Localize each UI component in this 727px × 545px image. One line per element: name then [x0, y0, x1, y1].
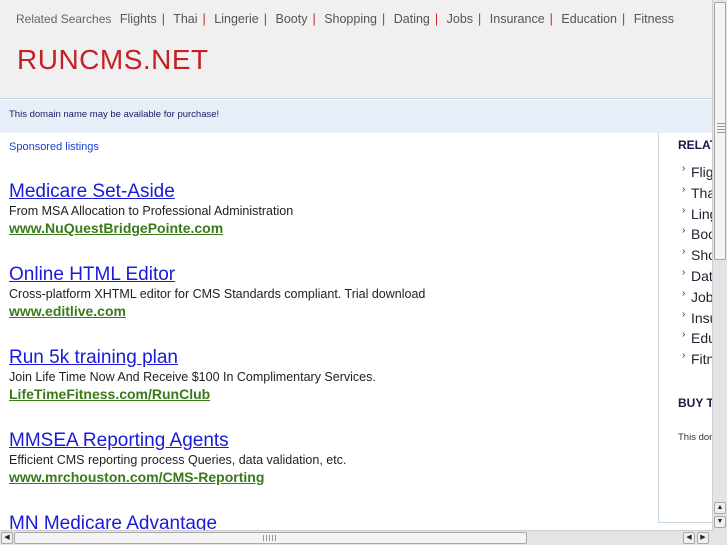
- vertical-scroll-thumb[interactable]: [714, 2, 726, 260]
- listing: Medicare Set-Aside From MSA Allocation t…: [9, 181, 293, 236]
- related-sidebar: RELAT Flig Tha Ling Boo Sho Dat Job Insu…: [658, 133, 712, 523]
- scrollbar-corner: [712, 530, 727, 545]
- related-link-shopping[interactable]: Shopping: [324, 12, 377, 26]
- listing-title[interactable]: MMSEA Reporting Agents: [9, 430, 346, 452]
- separator: |: [382, 12, 386, 26]
- separator: |: [161, 12, 165, 26]
- related-link-insurance[interactable]: Insurance: [490, 12, 545, 26]
- related-link-booty[interactable]: Booty: [275, 12, 307, 26]
- scroll-grip-icon: [263, 535, 277, 541]
- related-link-education[interactable]: Education: [561, 12, 617, 26]
- sidebar-item-insurance[interactable]: Insu: [681, 309, 712, 331]
- purchase-notice-bar: This domain name may be available for pu…: [0, 100, 712, 133]
- vertical-scrollbar[interactable]: ▲ ▼: [712, 0, 727, 530]
- listing-title[interactable]: Run 5k training plan: [9, 347, 376, 369]
- related-searches-label: Related Searches: [16, 12, 112, 26]
- listing-title[interactable]: MN Medicare Advantage: [9, 513, 217, 530]
- sidebar-buy-text: This don: [678, 432, 712, 443]
- listing-url[interactable]: www.editlive.com: [9, 303, 425, 319]
- listing-title[interactable]: Online HTML Editor: [9, 264, 425, 286]
- separator: |: [312, 12, 316, 26]
- related-link-thai[interactable]: Thai: [173, 12, 197, 26]
- sidebar-related-list: Flig Tha Ling Boo Sho Dat Job Insu Edu F…: [681, 163, 712, 372]
- horizontal-scroll-thumb[interactable]: [14, 532, 527, 544]
- listing: MN Medicare Advantage: [9, 513, 217, 530]
- sponsored-label: Sponsored listings: [9, 141, 99, 153]
- header: Related Searches Flights | Thai | Lingerie…: [0, 0, 712, 99]
- listing-url[interactable]: www.NuQuestBridgePointe.com: [9, 220, 293, 236]
- sidebar-item-fitness[interactable]: Fitn: [681, 350, 712, 372]
- arrow-up-icon[interactable]: ▲: [714, 502, 726, 514]
- sidebar-item-thai[interactable]: Tha: [681, 184, 712, 206]
- purchase-notice-text: This domain name may be available for pu…: [9, 109, 220, 120]
- sidebar-item-jobs[interactable]: Job: [681, 288, 712, 310]
- related-searches-bar: Related Searches Flights | Thai | Lingerie…: [16, 12, 674, 26]
- listing-url[interactable]: LifeTimeFitness.com/RunClub: [9, 386, 376, 402]
- arrow-left-icon[interactable]: ◀: [683, 532, 695, 544]
- related-link-lingerie[interactable]: Lingerie: [214, 12, 258, 26]
- arrow-left-icon[interactable]: ◀: [1, 532, 13, 544]
- listing-description: Efficient CMS reporting process Queries,…: [9, 453, 347, 467]
- separator: |: [622, 12, 626, 26]
- separator: |: [263, 12, 267, 26]
- sidebar-related-heading: RELAT: [678, 138, 712, 152]
- site-title: RUNCMS.NET: [17, 44, 209, 75]
- sidebar-item-dating[interactable]: Dat: [681, 267, 712, 289]
- sidebar-item-booty[interactable]: Boo: [681, 225, 712, 247]
- listing-description: Cross-platform XHTML editor for CMS Stan…: [9, 287, 426, 301]
- separator: |: [434, 12, 439, 26]
- arrow-right-icon[interactable]: ▶: [697, 532, 709, 544]
- listing: Run 5k training plan Join Life Time Now …: [9, 347, 376, 402]
- separator: |: [549, 12, 553, 26]
- scroll-grip-icon: [717, 123, 725, 135]
- sidebar-buy-heading: BUY T: [678, 396, 712, 410]
- related-link-flights[interactable]: Flights: [120, 12, 157, 26]
- related-link-jobs[interactable]: Jobs: [447, 12, 473, 26]
- listing: Online HTML Editor Cross-platform XHTML …: [9, 264, 425, 319]
- related-link-dating[interactable]: Dating: [394, 12, 430, 26]
- listing-description: Join Life Time Now And Receive $100 In C…: [9, 370, 376, 384]
- sidebar-item-lingerie[interactable]: Ling: [681, 205, 712, 227]
- sidebar-item-flights[interactable]: Flig: [681, 163, 712, 185]
- listing: MMSEA Reporting Agents Efficient CMS rep…: [9, 430, 346, 485]
- listing-title[interactable]: Medicare Set-Aside: [9, 181, 293, 203]
- separator: |: [202, 12, 206, 26]
- horizontal-scrollbar[interactable]: ◀ ◀ ▶: [0, 530, 712, 545]
- sponsored-listings-panel: Sponsored listings Medicare Set-Aside Fr…: [0, 133, 657, 530]
- listing-description: From MSA Allocation to Professional Admi…: [9, 204, 294, 218]
- related-link-fitness[interactable]: Fitness: [634, 12, 674, 26]
- listing-url[interactable]: www.mrchouston.com/CMS-Reporting: [9, 469, 346, 485]
- sidebar-item-shopping[interactable]: Sho: [681, 246, 712, 268]
- sidebar-item-education[interactable]: Edu: [681, 329, 712, 351]
- separator: |: [478, 12, 482, 26]
- arrow-down-icon[interactable]: ▼: [714, 516, 726, 528]
